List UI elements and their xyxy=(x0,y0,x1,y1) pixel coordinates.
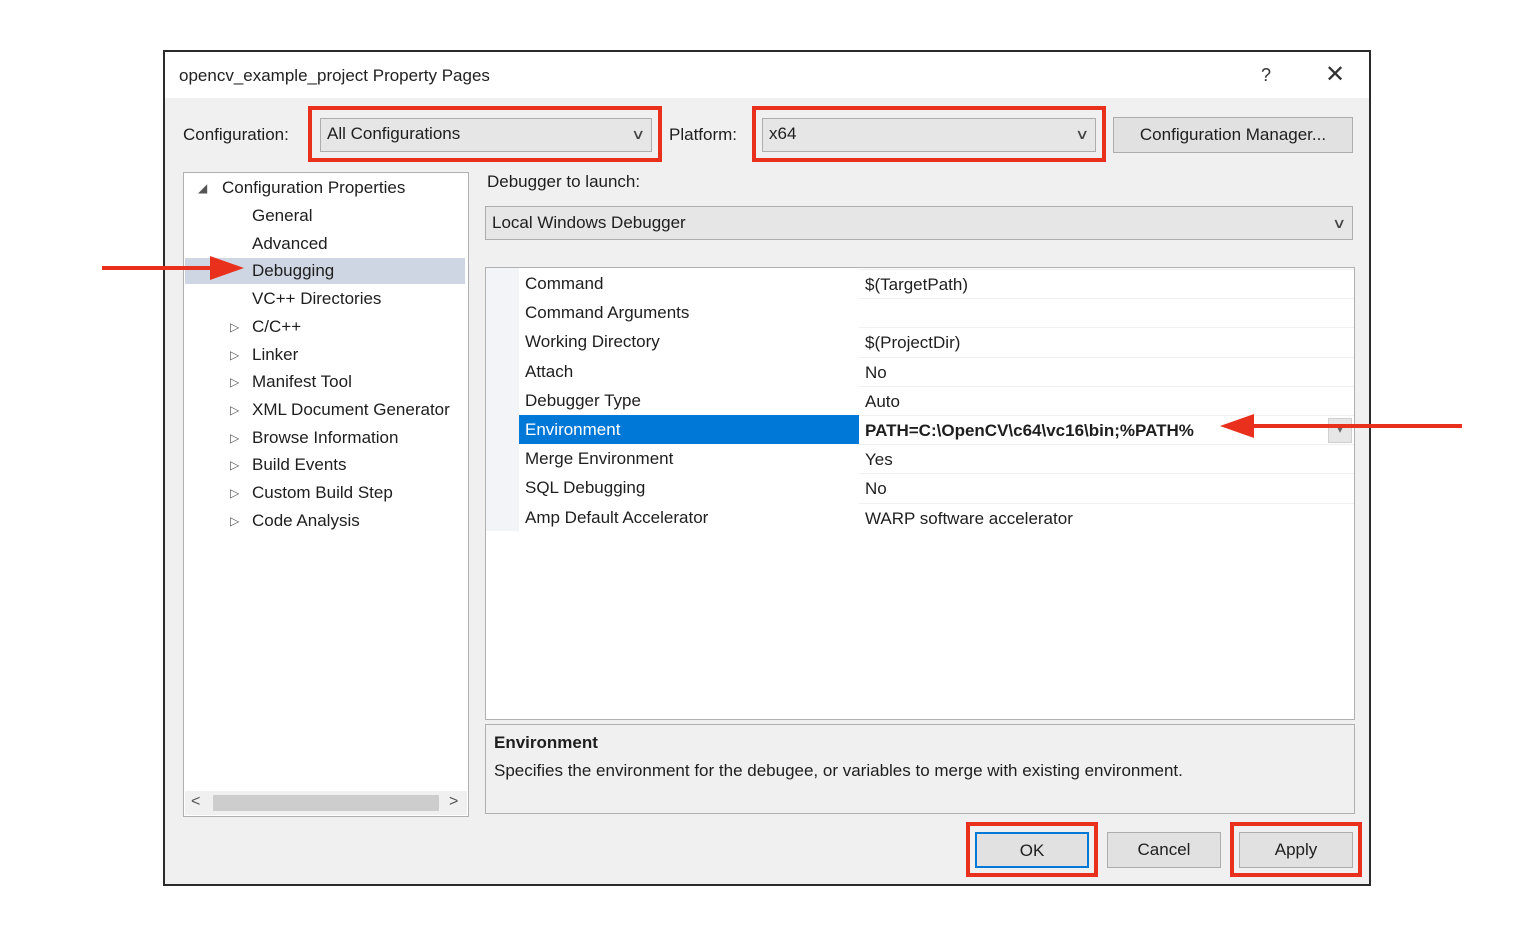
tree-item-label: General xyxy=(252,206,313,225)
property-row-working-directory[interactable]: Working Directory $(ProjectDir) xyxy=(519,327,1354,356)
help-button[interactable]: ? xyxy=(1249,60,1283,90)
property-value[interactable]: $(TargetPath) xyxy=(859,269,1354,298)
property-value-text: Yes xyxy=(865,450,893,470)
arrow-to-environment-icon xyxy=(1220,414,1462,438)
cancel-button[interactable]: Cancel xyxy=(1107,832,1221,868)
tree-item-label: Linker xyxy=(252,344,299,364)
scroll-right-icon[interactable]: > xyxy=(449,793,458,811)
configuration-manager-button[interactable]: Configuration Manager... xyxy=(1113,117,1353,153)
tree-item-label: Build Events xyxy=(252,455,347,475)
platform-select-value: x64 xyxy=(769,124,797,143)
tree-root-configuration-properties[interactable]: ◢ Configuration Properties xyxy=(198,175,406,201)
tree-item-general[interactable]: General xyxy=(252,203,312,229)
expand-triangle-icon[interactable]: ▷ xyxy=(230,369,239,395)
tree-item-browse-information[interactable]: ▷ Browse Information xyxy=(230,425,399,451)
debugger-launch-value: Local Windows Debugger xyxy=(492,213,686,232)
scrollbar-thumb[interactable] xyxy=(213,795,439,811)
platform-select[interactable]: x64 ∨ xyxy=(762,118,1096,152)
expand-triangle-icon[interactable]: ▷ xyxy=(230,314,239,340)
horizontal-scrollbar[interactable]: < > xyxy=(185,791,467,815)
property-grid-gutter xyxy=(486,268,519,531)
title-bar: opencv_example_project Property Pages ? … xyxy=(165,52,1369,98)
property-value-text: No xyxy=(865,362,887,382)
property-row-command-arguments[interactable]: Command Arguments xyxy=(519,298,1354,327)
tree-item-label: Custom Build Step xyxy=(252,483,393,502)
expand-triangle-icon[interactable]: ▷ xyxy=(230,452,239,478)
property-name: Environment xyxy=(519,415,859,444)
tree-item-xml-document-generator[interactable]: ▷ XML Document Generator xyxy=(230,397,450,423)
scroll-left-icon[interactable]: < xyxy=(191,793,200,811)
property-row-merge-environment[interactable]: Merge Environment Yes xyxy=(519,444,1354,473)
tree-item-label: VC++ Directories xyxy=(252,289,382,309)
collapse-triangle-icon[interactable]: ◢ xyxy=(198,175,207,201)
configuration-select-value: All Configurations xyxy=(327,124,461,143)
property-row-sql-debugging[interactable]: SQL Debugging No xyxy=(519,473,1354,502)
expand-triangle-icon[interactable]: ▷ xyxy=(230,397,239,423)
property-row-command[interactable]: Command $(TargetPath) xyxy=(519,269,1354,298)
description-text: Specifies the environment for the debuge… xyxy=(494,761,1183,780)
property-value-text: WARP software accelerator xyxy=(865,508,1073,528)
tree-item-manifest-tool[interactable]: ▷ Manifest Tool xyxy=(230,369,352,395)
ok-button[interactable]: OK xyxy=(975,832,1089,868)
expand-triangle-icon[interactable]: ▷ xyxy=(230,508,239,534)
property-value[interactable] xyxy=(859,298,1354,327)
expand-triangle-icon[interactable]: ▷ xyxy=(230,425,239,451)
debugger-launch-label: Debugger to launch: xyxy=(487,172,641,191)
property-row-amp-default-accelerator[interactable]: Amp Default Accelerator WARP software acc… xyxy=(519,502,1354,532)
property-row-attach[interactable]: Attach No xyxy=(519,356,1354,386)
chevron-down-icon: ∨ xyxy=(1331,215,1347,231)
tree-item-code-analysis[interactable]: ▷ Code Analysis xyxy=(230,508,360,534)
tree-item-label: C/C++ xyxy=(252,316,302,336)
chevron-down-icon: ∨ xyxy=(630,126,646,142)
tree-item-label: XML Document Generator xyxy=(252,399,450,419)
chevron-down-icon: ∨ xyxy=(1074,126,1090,142)
property-name: Working Directory xyxy=(525,332,660,352)
tree-item-c-c[interactable]: ▷ C/C++ xyxy=(230,314,302,340)
property-name: Merge Environment xyxy=(525,449,674,469)
configuration-label: Configuration: xyxy=(183,125,289,144)
property-value[interactable]: No xyxy=(859,356,1354,386)
configuration-select[interactable]: All Configurations ∨ xyxy=(320,118,652,152)
property-value[interactable]: Yes xyxy=(859,444,1354,473)
expand-triangle-icon[interactable]: ▷ xyxy=(230,342,239,368)
property-value-text: No xyxy=(865,479,887,499)
tree-item-linker[interactable]: ▷ Linker xyxy=(230,342,299,368)
platform-label: Platform: xyxy=(669,125,738,144)
close-button[interactable]: ✕ xyxy=(1315,60,1355,90)
debugger-launch-select[interactable]: Local Windows Debugger ∨ xyxy=(485,206,1353,240)
tree-item-label: Browse Information xyxy=(252,427,399,447)
property-value[interactable]: WARP software accelerator xyxy=(859,502,1354,532)
arrow-to-debugging-icon xyxy=(102,256,244,280)
description-title: Environment xyxy=(494,733,598,752)
property-name: Amp Default Accelerator xyxy=(525,507,709,527)
property-pages-dialog: opencv_example_project Property Pages ? … xyxy=(163,50,1371,886)
property-value-text: PATH=C:\OpenCV\c64\vc16\bin;%PATH% xyxy=(865,421,1194,440)
tree-item-vc-directories[interactable]: VC++ Directories xyxy=(252,286,381,312)
tree-item-label: Debugging xyxy=(252,261,335,281)
property-value-text: Auto xyxy=(865,391,900,411)
property-value[interactable]: $(ProjectDir) xyxy=(859,327,1354,356)
property-name: Command Arguments xyxy=(525,303,690,323)
tree-item-advanced[interactable]: Advanced xyxy=(252,231,328,257)
tree-item-label: Manifest Tool xyxy=(252,372,352,392)
tree-item-label: Advanced xyxy=(252,233,328,253)
property-name: Debugger Type xyxy=(525,390,641,410)
property-name: SQL Debugging xyxy=(525,478,646,498)
tree-item-build-events[interactable]: ▷ Build Events xyxy=(230,452,347,478)
property-value-text: $(TargetPath) xyxy=(865,275,968,294)
tree-item-label: Code Analysis xyxy=(252,510,360,530)
apply-button[interactable]: Apply xyxy=(1239,832,1353,868)
tree-root-label: Configuration Properties xyxy=(222,178,406,197)
tree-item-custom-build-step[interactable]: ▷ Custom Build Step xyxy=(230,480,393,506)
property-name: Attach xyxy=(525,361,574,381)
property-value[interactable]: No xyxy=(859,473,1354,502)
property-grid[interactable]: Command $(TargetPath) Command Arguments Wor… xyxy=(485,267,1355,720)
property-value-text: $(ProjectDir) xyxy=(865,333,961,353)
window-title: opencv_example_project Property Pages xyxy=(179,66,490,85)
expand-triangle-icon[interactable]: ▷ xyxy=(230,480,239,506)
description-panel: Environment Specifies the environment fo… xyxy=(485,724,1355,814)
property-name: Command xyxy=(525,274,604,293)
